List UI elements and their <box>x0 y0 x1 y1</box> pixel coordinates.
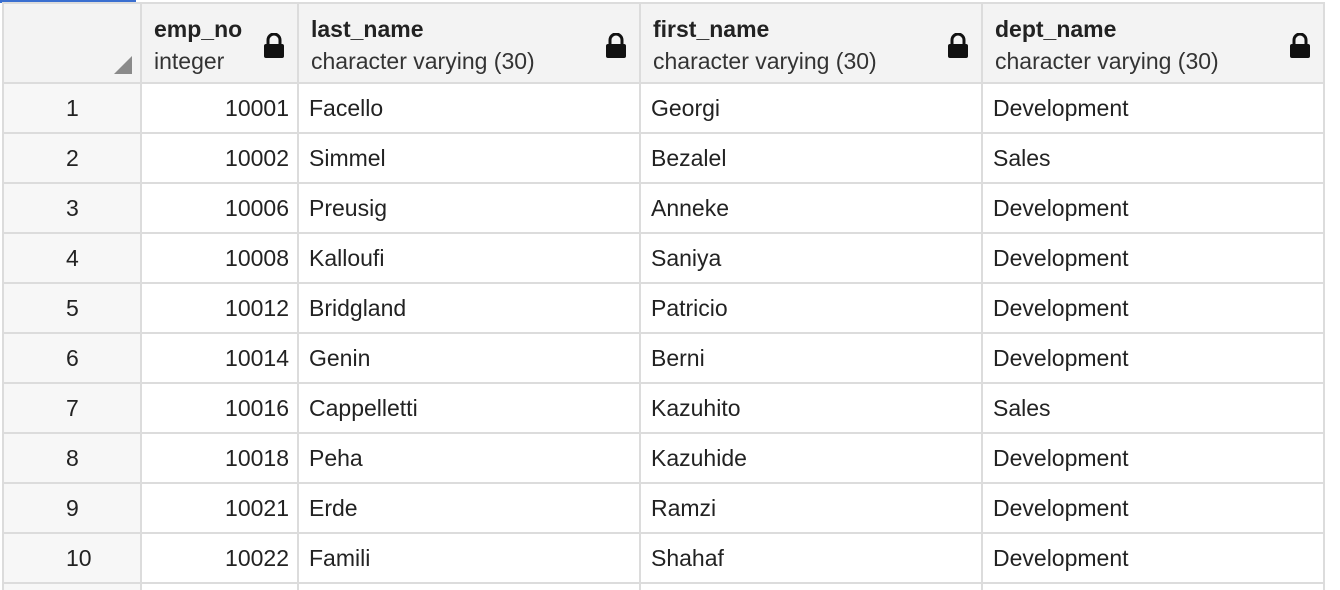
cell-emp-no[interactable]: 10002 <box>140 132 299 184</box>
row-number[interactable]: 9 <box>2 482 142 534</box>
cell-last-name[interactable]: Bridgland <box>297 282 641 334</box>
cell-dept-name[interactable]: Development <box>981 482 1325 534</box>
table-body: 1 10001 Facello Georgi Development 2 10002 Simm… <box>2 82 1325 590</box>
cell-emp-no[interactable]: 10001 <box>140 82 299 134</box>
cell-emp-no[interactable]: 10012 <box>140 282 299 334</box>
column-type: character varying (30) <box>995 48 1219 74</box>
results-table: emp_no integer last_name character varying … <box>2 2 1325 590</box>
cell-emp-no[interactable]: 10014 <box>140 332 299 384</box>
cell-dept-name[interactable]: Development <box>981 332 1325 384</box>
row-number[interactable]: 3 <box>2 182 142 234</box>
table-row[interactable]: 10 10022 Famili Shahaf Development <box>2 532 1325 584</box>
cell-dept-name[interactable]: Development <box>981 432 1325 484</box>
table-row[interactable]: 5 10012 Bridgland Patricio Development <box>2 282 1325 334</box>
column-type: character varying (30) <box>311 48 535 74</box>
row-number[interactable]: 7 <box>2 382 142 434</box>
column-name: dept_name <box>995 16 1117 42</box>
cell-first-name[interactable]: Patricio <box>639 282 983 334</box>
column-name: first_name <box>653 16 770 42</box>
table-row[interactable]: 9 10021 Erde Ramzi Development <box>2 482 1325 534</box>
row-number[interactable]: 6 <box>2 332 142 384</box>
table-row[interactable] <box>2 582 1325 590</box>
cell-last-name[interactable]: Erde <box>297 482 641 534</box>
cell-first-name[interactable]: Shahaf <box>639 532 983 584</box>
cell-last-name[interactable]: Peha <box>297 432 641 484</box>
cell-first-name[interactable]: Ramzi <box>639 482 983 534</box>
cell-first-name[interactable]: Saniya <box>639 232 983 284</box>
lock-icon <box>263 32 285 59</box>
select-all-corner[interactable] <box>2 2 142 84</box>
header-row: emp_no integer last_name character varying … <box>2 2 1325 84</box>
cell-emp-no[interactable]: 10022 <box>140 532 299 584</box>
table-row[interactable]: 8 10018 Peha Kazuhide Development <box>2 432 1325 484</box>
row-number[interactable]: 10 <box>2 532 142 584</box>
row-number[interactable]: 2 <box>2 132 142 184</box>
row-number[interactable]: 4 <box>2 232 142 284</box>
cell-last-name[interactable]: Facello <box>297 82 641 134</box>
row-number[interactable]: 5 <box>2 282 142 334</box>
select-all-icon[interactable] <box>114 56 132 74</box>
cell-dept-name[interactable]: Development <box>981 182 1325 234</box>
table-cell[interactable] <box>140 582 299 590</box>
table-row[interactable]: 2 10002 Simmel Bezalel Sales <box>2 132 1325 184</box>
column-header-last-name[interactable]: last_name character varying (30) <box>297 2 641 84</box>
column-header-dept-name[interactable]: dept_name character varying (30) <box>981 2 1325 84</box>
cell-dept-name[interactable]: Development <box>981 82 1325 134</box>
lock-icon <box>1289 32 1311 59</box>
row-number[interactable]: 8 <box>2 432 142 484</box>
table-row[interactable]: 7 10016 Cappelletti Kazuhito Sales <box>2 382 1325 434</box>
cell-emp-no[interactable]: 10006 <box>140 182 299 234</box>
cell-first-name[interactable]: Bezalel <box>639 132 983 184</box>
cell-first-name[interactable]: Berni <box>639 332 983 384</box>
cell-emp-no[interactable]: 10016 <box>140 382 299 434</box>
column-type: character varying (30) <box>653 48 877 74</box>
cell-emp-no[interactable]: 10021 <box>140 482 299 534</box>
table-cell[interactable] <box>297 582 641 590</box>
cell-first-name[interactable]: Georgi <box>639 82 983 134</box>
cell-dept-name[interactable]: Development <box>981 532 1325 584</box>
table-row[interactable]: 3 10006 Preusig Anneke Development <box>2 182 1325 234</box>
data-output-grid: emp_no integer last_name character varying … <box>0 0 1340 590</box>
column-header-emp-no[interactable]: emp_no integer <box>140 2 299 84</box>
cell-first-name[interactable]: Kazuhide <box>639 432 983 484</box>
column-name: last_name <box>311 16 424 42</box>
cell-emp-no[interactable]: 10018 <box>140 432 299 484</box>
lock-icon <box>947 32 969 59</box>
cell-last-name[interactable]: Famili <box>297 532 641 584</box>
table-cell[interactable] <box>981 582 1325 590</box>
column-header-first-name[interactable]: first_name character varying (30) <box>639 2 983 84</box>
cell-last-name[interactable]: Cappelletti <box>297 382 641 434</box>
cell-dept-name[interactable]: Sales <box>981 132 1325 184</box>
cell-last-name[interactable]: Genin <box>297 332 641 384</box>
cell-last-name[interactable]: Kalloufi <box>297 232 641 284</box>
cell-last-name[interactable]: Preusig <box>297 182 641 234</box>
cell-dept-name[interactable]: Development <box>981 282 1325 334</box>
table-cell[interactable] <box>639 582 983 590</box>
row-number[interactable]: 1 <box>2 82 142 134</box>
table-row[interactable]: 4 10008 Kalloufi Saniya Development <box>2 232 1325 284</box>
cell-first-name[interactable]: Anneke <box>639 182 983 234</box>
table-cell[interactable] <box>2 582 142 590</box>
cell-emp-no[interactable]: 10008 <box>140 232 299 284</box>
table-row[interactable]: 6 10014 Genin Berni Development <box>2 332 1325 384</box>
cell-dept-name[interactable]: Sales <box>981 382 1325 434</box>
cell-last-name[interactable]: Simmel <box>297 132 641 184</box>
cell-first-name[interactable]: Kazuhito <box>639 382 983 434</box>
table-row[interactable]: 1 10001 Facello Georgi Development <box>2 82 1325 134</box>
lock-icon <box>605 32 627 59</box>
cell-dept-name[interactable]: Development <box>981 232 1325 284</box>
